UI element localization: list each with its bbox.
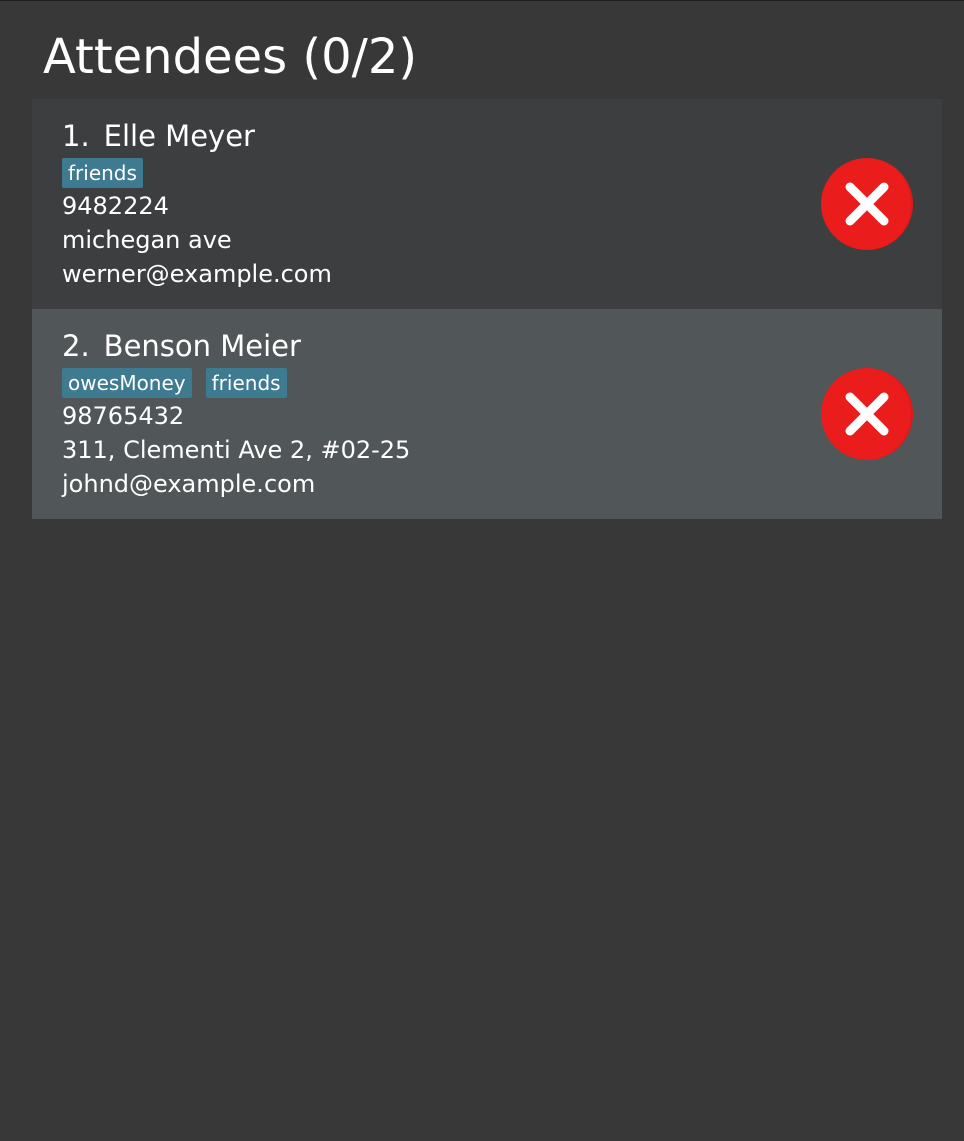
tag-badge: friends: [62, 158, 143, 188]
attendee-index: 2.: [62, 329, 90, 363]
tag-list: friends: [62, 157, 942, 189]
attendee-name: Benson Meier: [103, 329, 301, 363]
attendee-phone: 98765432: [62, 402, 185, 430]
window-top-border: [0, 0, 964, 1]
attendee-email: johnd@example.com: [62, 470, 316, 498]
page-title: Attendees (0/2): [43, 29, 418, 85]
remove-attendee-button[interactable]: [820, 367, 914, 461]
attendee-email: werner@example.com: [62, 260, 332, 288]
attendee-name-row: 2. Benson Meier: [62, 325, 942, 367]
attendee-list[interactable]: 1. Elle Meyer friends 9482224 michegan a…: [32, 99, 942, 519]
tag-badge: owesMoney: [62, 368, 192, 398]
attendee-phone: 9482224: [62, 192, 169, 220]
attendee-address: 311, Clementi Ave 2, #02-25: [62, 436, 411, 464]
attendee-card[interactable]: 2. Benson Meier owesMoney friends 987654…: [32, 309, 942, 519]
close-circle-icon[interactable]: [820, 367, 914, 461]
attendee-address: michegan ave: [62, 226, 232, 254]
tag-list: owesMoney friends: [62, 367, 942, 399]
remove-attendee-button[interactable]: [820, 157, 914, 251]
attendee-name-row: 1. Elle Meyer: [62, 115, 942, 157]
attendee-card[interactable]: 1. Elle Meyer friends 9482224 michegan a…: [32, 99, 942, 309]
attendee-name: Elle Meyer: [103, 119, 255, 153]
close-circle-icon[interactable]: [820, 157, 914, 251]
attendee-index: 1.: [62, 119, 90, 153]
tag-badge: friends: [205, 368, 287, 398]
